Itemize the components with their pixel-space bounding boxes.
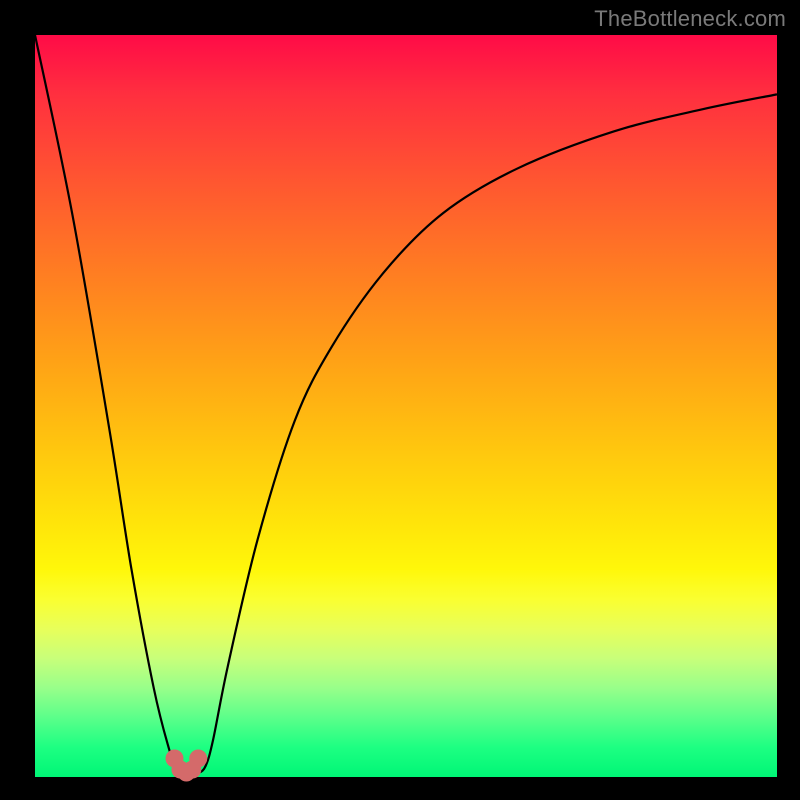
curve-markers bbox=[166, 749, 208, 781]
plot-area bbox=[35, 35, 777, 777]
curve-marker bbox=[189, 749, 207, 767]
watermark-text: TheBottleneck.com bbox=[594, 6, 786, 32]
bottleneck-curve bbox=[35, 35, 777, 775]
chart-frame: TheBottleneck.com bbox=[0, 0, 800, 800]
curve-svg bbox=[35, 35, 777, 777]
